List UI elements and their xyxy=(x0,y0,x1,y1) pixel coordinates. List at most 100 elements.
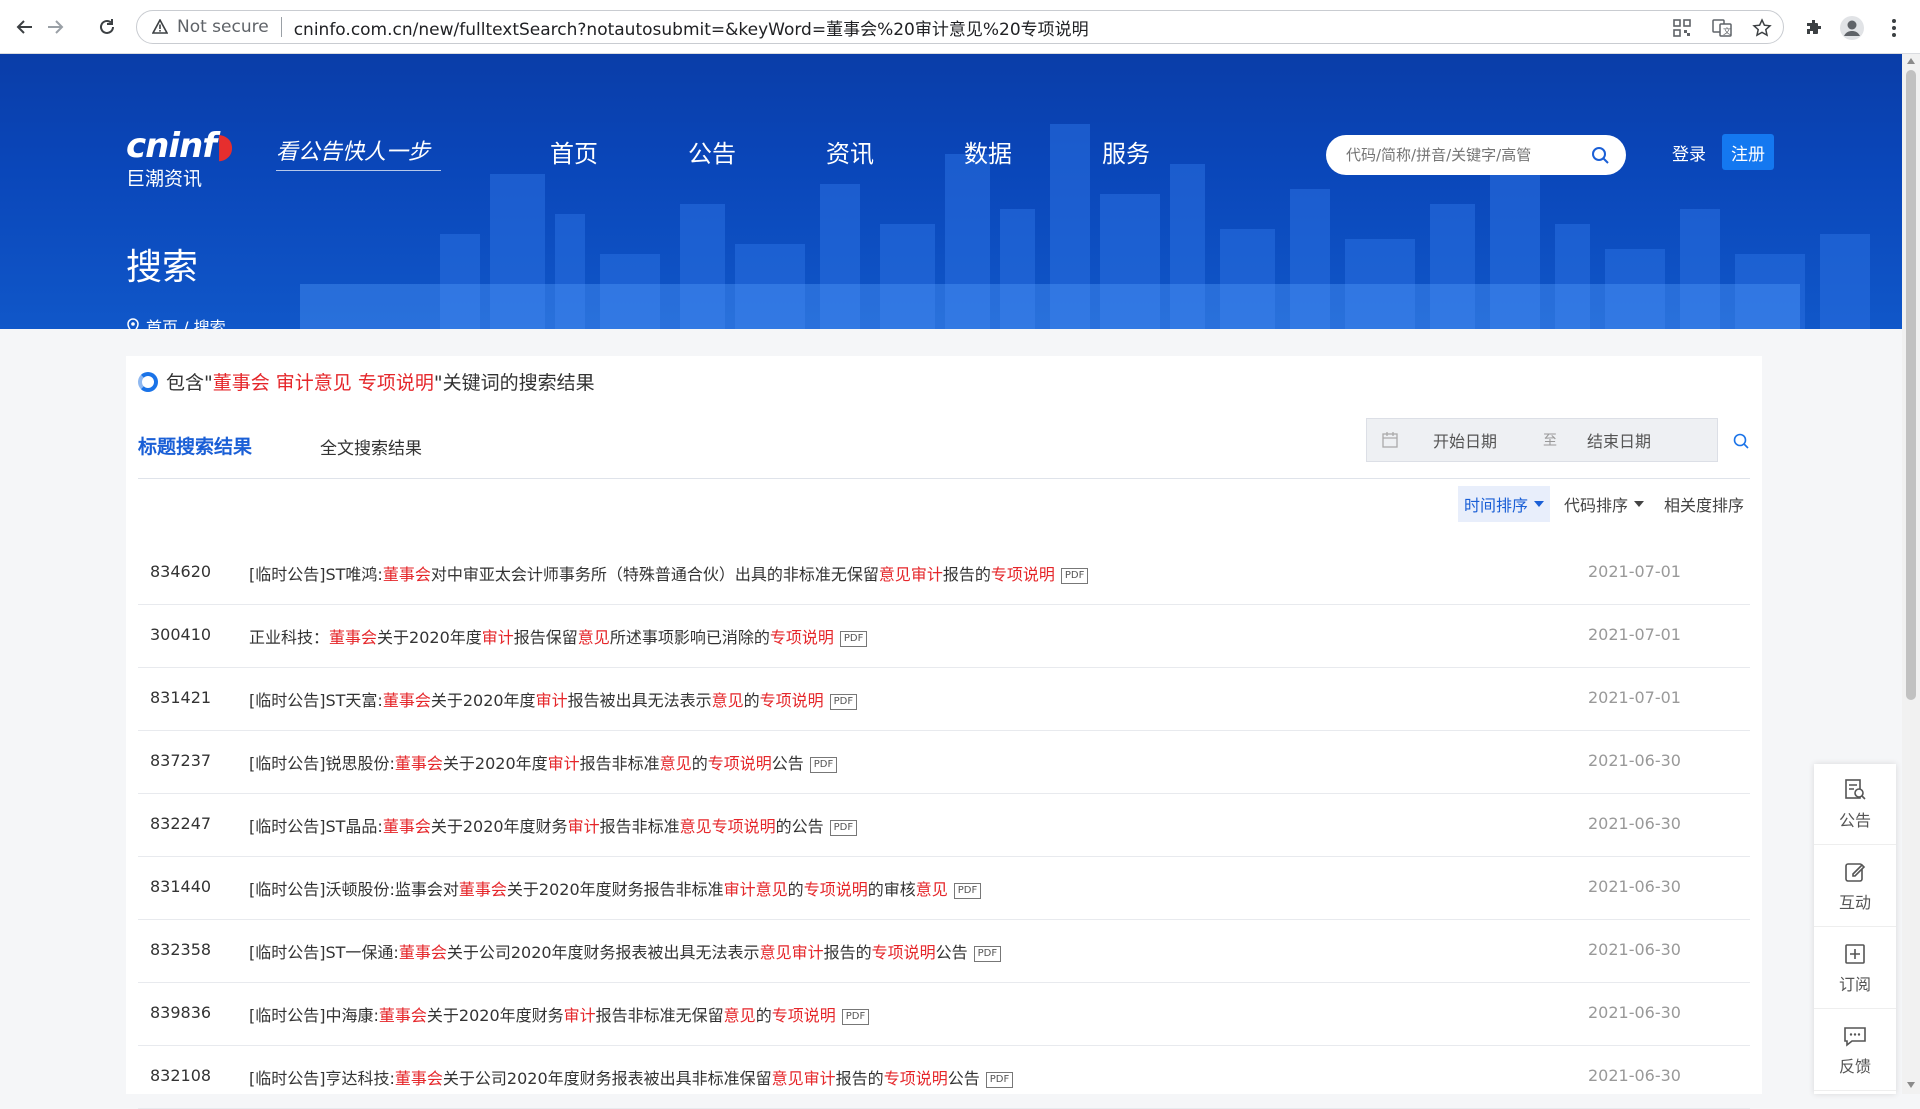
reload-button[interactable] xyxy=(92,12,122,42)
keyword-highlight: 董事会 xyxy=(458,880,507,899)
pdf-icon[interactable]: PDF xyxy=(841,1008,870,1025)
result-code: 839836 xyxy=(150,1003,212,1022)
keyword-highlight: 董事会 xyxy=(394,754,443,773)
side-item-interaction[interactable]: 互动 xyxy=(1814,846,1896,927)
keyword-highlight: 意见 xyxy=(659,754,692,773)
keyword-highlight: 董事会 xyxy=(394,1069,443,1088)
keyword-highlight: 董事会 xyxy=(398,943,447,962)
search-icon[interactable] xyxy=(1590,145,1610,165)
pdf-icon[interactable]: PDF xyxy=(985,1071,1014,1088)
sort-by-code-button[interactable]: 代码排序 xyxy=(1558,486,1650,522)
side-item-subscribe[interactable]: 订阅 xyxy=(1814,928,1896,1009)
side-item-announcements[interactable]: 公告 xyxy=(1814,764,1896,845)
result-row[interactable]: 837237 [临时公告]锐思股份:董事会关于2020年度审计报告非标准意见的专项… xyxy=(138,731,1750,794)
tab-fulltext-results[interactable]: 全文搜索结果 xyxy=(320,434,422,459)
tab-title-results[interactable]: 标题搜索结果 xyxy=(138,432,252,459)
sort-bar: 时间排序 代码排序 相关度排序 xyxy=(1450,486,1750,522)
title-text: 的 xyxy=(755,1006,772,1025)
breadcrumb-text[interactable]: 首页 / 搜索 xyxy=(146,314,226,329)
result-row[interactable]: 300410 正业科技：董事会关于2020年度审计报告保留意见所述事项影响已消除的… xyxy=(138,605,1750,668)
extensions-icon[interactable] xyxy=(1800,14,1828,42)
side-item-feedback[interactable]: 反馈 xyxy=(1814,1010,1896,1091)
profile-avatar-icon[interactable] xyxy=(1838,14,1866,42)
scroll-thumb[interactable] xyxy=(1906,70,1916,700)
address-bar[interactable]: Not secure cninfo.com.cn/new/fulltextSea… xyxy=(136,10,1784,44)
result-row[interactable]: 832247 [临时公告]ST晶品:董事会关于2020年度财务审计报告非标准意见专… xyxy=(138,794,1750,857)
title-text: 报告的 xyxy=(942,565,991,584)
sort-by-relevance-button[interactable]: 相关度排序 xyxy=(1658,486,1750,522)
pdf-icon[interactable]: PDF xyxy=(973,945,1002,962)
nav-item-announcements[interactable]: 公告 xyxy=(688,134,826,169)
keyword-highlight: 意见 xyxy=(915,880,948,899)
menu-kebab-icon[interactable] xyxy=(1880,14,1908,42)
pdf-icon[interactable]: PDF xyxy=(839,630,868,647)
search-icon[interactable] xyxy=(1732,432,1750,450)
nav-item-services[interactable]: 服务 xyxy=(1102,134,1240,169)
result-row[interactable]: 834620 [临时公告]ST唯鸿:董事会对中审亚太会计师事务所（特殊普通合伙）出… xyxy=(138,542,1750,605)
result-title-link[interactable]: [临时公告]ST唯鸿:董事会对中审亚太会计师事务所（特殊普通合伙）出具的非标准无… xyxy=(249,561,1089,585)
back-button[interactable] xyxy=(10,12,40,42)
result-row[interactable]: 839836 [临时公告]中海康:董事会关于2020年度财务审计报告非标准无保留意… xyxy=(138,983,1750,1046)
start-date-input[interactable]: 开始日期 xyxy=(1433,428,1497,452)
result-title-link[interactable]: [临时公告]锐思股份:董事会关于2020年度审计报告非标准意见的专项说明公告 PD… xyxy=(249,750,838,774)
header-search-input[interactable] xyxy=(1344,145,1578,165)
pdf-icon[interactable]: PDF xyxy=(809,756,838,773)
qr-code-icon[interactable] xyxy=(1671,17,1693,39)
nav-item-news[interactable]: 资讯 xyxy=(826,134,964,169)
result-code: 837237 xyxy=(150,751,212,770)
page-scrollbar[interactable] xyxy=(1902,54,1920,1094)
sort-by-relevance-label: 相关度排序 xyxy=(1663,496,1744,515)
calendar-icon xyxy=(1382,432,1398,448)
title-text: 正业科技： xyxy=(249,628,330,647)
nav-item-home[interactable]: 首页 xyxy=(550,134,688,169)
register-button[interactable]: 注册 xyxy=(1722,134,1774,170)
result-title-link[interactable]: [临时公告]ST一保通:董事会关于公司2020年度财务报表被出具无法表示意见审计… xyxy=(249,939,1002,963)
result-row[interactable]: 832358 [临时公告]ST一保通:董事会关于公司2020年度财务报表被出具无法… xyxy=(138,920,1750,983)
keyword-highlight: 专项说明 xyxy=(771,1006,836,1025)
result-row[interactable]: 832108 [临时公告]亨达科技:董事会关于公司2020年度财务报表被出具非标准… xyxy=(138,1046,1750,1109)
result-row[interactable]: 831421 [临时公告]ST天富:董事会关于2020年度审计报告被出具无法表示意… xyxy=(138,668,1750,731)
result-date: 2021-06-30 xyxy=(1588,814,1681,833)
keyword-highlight: 审计 xyxy=(723,880,756,899)
result-title-link[interactable]: [临时公告]沃顿股份:监事会对董事会关于2020年度财务报告非标准审计意见的专项… xyxy=(249,876,982,900)
result-title-link[interactable]: [临时公告]ST天富:董事会关于2020年度审计报告被出具无法表示意见的专项说明… xyxy=(249,687,858,711)
pdf-icon[interactable]: PDF xyxy=(829,693,858,710)
summary-keywords: 董事会 审计意见 专项说明 xyxy=(212,372,434,394)
title-text: 公告 xyxy=(771,754,804,773)
keyword-highlight: 意见 xyxy=(755,880,788,899)
arrow-left-icon xyxy=(16,20,32,34)
pdf-icon[interactable]: PDF xyxy=(953,882,982,899)
side-item-label: 订阅 xyxy=(1838,975,1871,994)
not-secure-label[interactable]: Not secure xyxy=(177,17,269,37)
title-text: 的 xyxy=(743,691,760,710)
title-text: 的审核 xyxy=(867,880,916,899)
forward-button[interactable] xyxy=(40,12,70,42)
end-date-input[interactable]: 结束日期 xyxy=(1587,428,1651,452)
result-row[interactable]: 831440 [临时公告]沃顿股份:监事会对董事会关于2020年度财务报告非标准审… xyxy=(138,857,1750,920)
scroll-down-icon[interactable] xyxy=(1907,1082,1915,1088)
warning-icon[interactable] xyxy=(151,18,169,36)
result-title-link[interactable]: [临时公告]亨达科技:董事会关于公司2020年度财务报表被出具非标准保留意见审计… xyxy=(249,1065,1014,1089)
star-icon[interactable] xyxy=(1751,17,1773,39)
pdf-icon[interactable]: PDF xyxy=(829,819,858,836)
title-text: 报告的 xyxy=(823,943,872,962)
result-date: 2021-07-01 xyxy=(1588,688,1681,707)
title-text: 公告 xyxy=(947,1069,980,1088)
translate-icon[interactable]: 文 xyxy=(1711,17,1733,39)
keyword-highlight: 审计 xyxy=(547,754,580,773)
title-text: 的 xyxy=(787,880,804,899)
pdf-icon[interactable]: PDF xyxy=(1060,567,1089,584)
date-range-picker[interactable]: 开始日期 至 结束日期 xyxy=(1366,418,1718,462)
login-link[interactable]: 登录 xyxy=(1672,140,1706,165)
keyword-highlight: 审计 xyxy=(910,565,943,584)
scroll-up-icon[interactable] xyxy=(1907,58,1915,64)
result-title-link[interactable]: [临时公告]ST晶品:董事会关于2020年度财务审计报告非标准意见专项说明的公告… xyxy=(249,813,858,837)
sort-by-time-button[interactable]: 时间排序 xyxy=(1457,486,1550,522)
title-text: [临时公告]亨达科技: xyxy=(249,1069,395,1088)
cninfo-logo[interactable]: cninf◗ 巨潮资讯 xyxy=(126,126,234,190)
nav-item-data[interactable]: 数据 xyxy=(964,134,1102,169)
result-title-link[interactable]: [临时公告]中海康:董事会关于2020年度财务审计报告非标准无保留意见的专项说明… xyxy=(249,1002,870,1026)
url-text[interactable]: cninfo.com.cn/new/fulltextSearch?notauto… xyxy=(294,15,1089,40)
document-search-icon xyxy=(1845,779,1866,800)
result-title-link[interactable]: 正业科技：董事会关于2020年度审计报告保留意见所述事项影响已消除的专项说明 PD… xyxy=(249,624,868,648)
